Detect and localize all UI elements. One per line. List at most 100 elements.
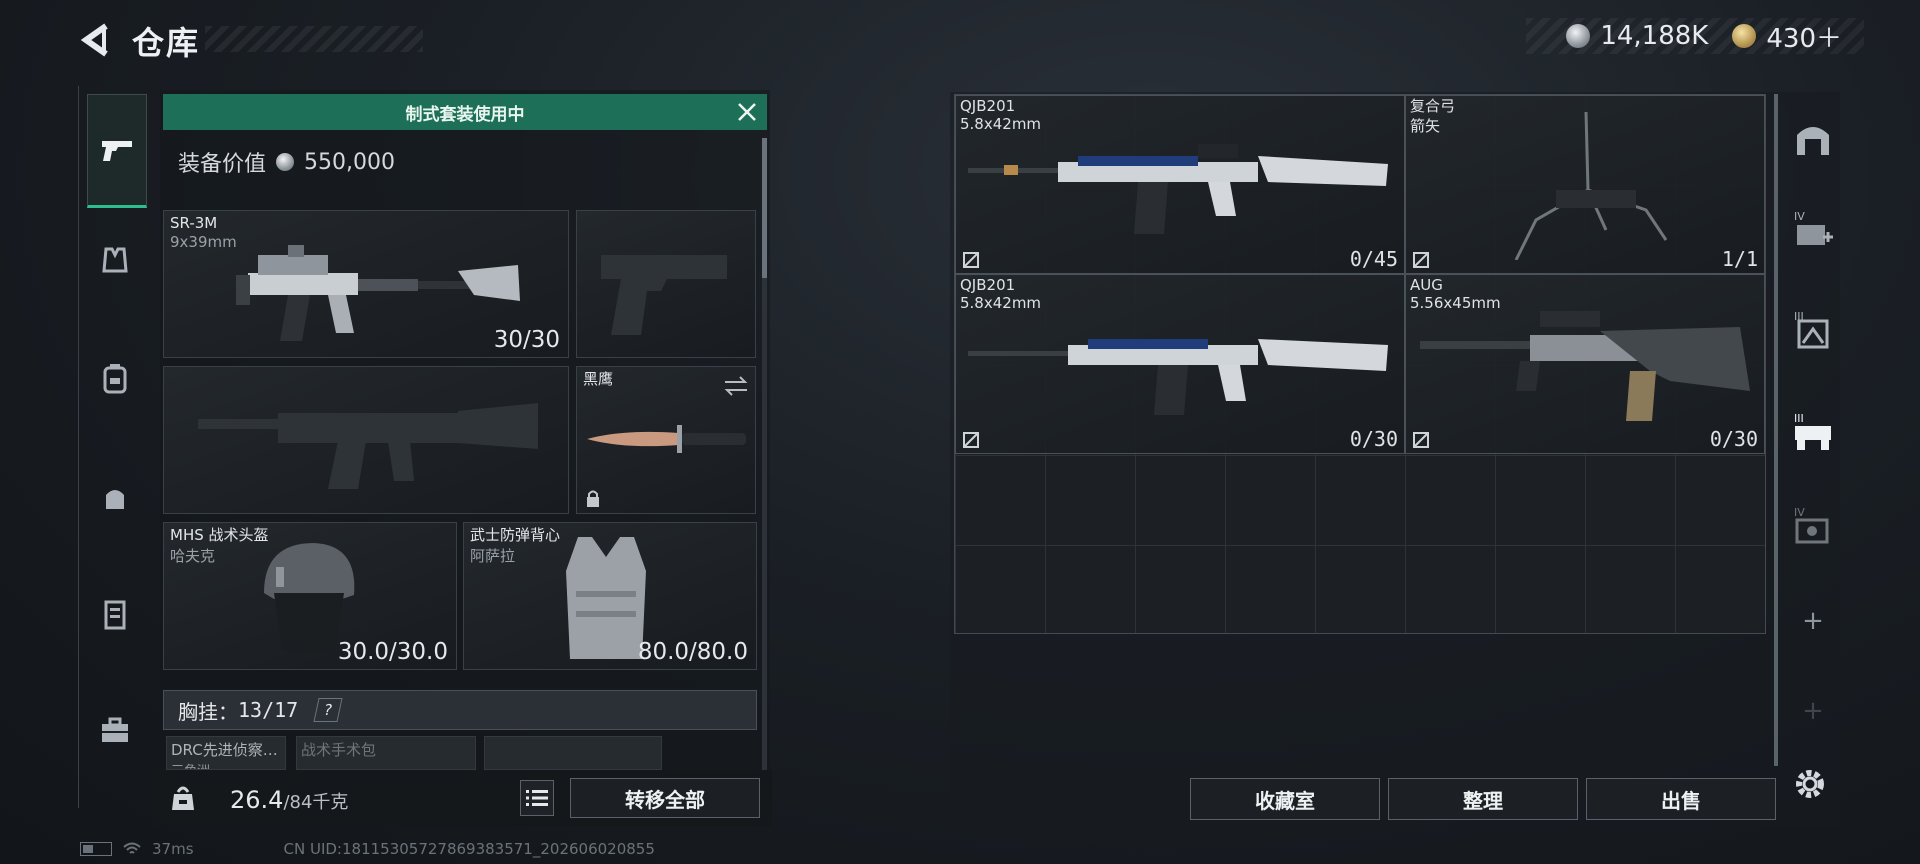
status-line: 37ms CN UID:18115305727869383571_2026060… [80, 840, 655, 858]
rifle-silhouette-icon [198, 403, 538, 489]
stash-item[interactable]: QJB201 5.8x42mm 0/30 [955, 274, 1405, 454]
stash-tab-rail: IV III III IV + + [1782, 92, 1842, 826]
chest-rig-bar[interactable]: 胸挂： 13/17 ? [163, 690, 757, 730]
title-decoration [205, 26, 423, 52]
stash-item-name: QJB201 [960, 276, 1016, 294]
rail-item-pouch[interactable] [87, 470, 143, 526]
page-title: 仓库 [132, 24, 201, 62]
rail-item-weapons[interactable] [87, 94, 147, 208]
rig-item-2[interactable]: 战术手术包 [296, 736, 476, 770]
currency-b-value[interactable]: 430＋ [1766, 18, 1842, 55]
pistol-slot[interactable] [576, 210, 756, 358]
silver-coin-icon [1566, 24, 1591, 48]
help-icon[interactable]: ? [313, 698, 343, 722]
currency-bar: 14,188K 430＋ [1526, 18, 1864, 54]
collection-room-button[interactable]: 收藏室 [1190, 778, 1380, 820]
chest-rig-count: 13/17 [238, 698, 299, 722]
close-icon [738, 103, 756, 121]
back-arrow-icon [80, 23, 108, 57]
rig-item-1-sub: 三角洲 [171, 760, 281, 769]
knife-icon [587, 425, 746, 453]
swap-icon[interactable] [723, 375, 749, 397]
transfer-all-button[interactable]: 转移全部 [570, 778, 760, 818]
wifi-icon [123, 842, 141, 854]
stash-item-ammo: 0/30 [1349, 427, 1398, 451]
ping-text: 37ms [152, 840, 194, 858]
sr3m-rifle-icon [236, 245, 520, 341]
stash-item[interactable]: AUG 5.56x45mm 0/30 [1405, 274, 1765, 454]
list-view-button[interactable] [520, 780, 554, 816]
weight-current: 26.4 [230, 786, 284, 814]
banner-close-button[interactable] [732, 98, 762, 126]
rig-item-1[interactable]: DRC先进侦察… 三角洲 [166, 736, 286, 770]
weight-max: /84千克 [283, 792, 349, 813]
help-glyph: ? [322, 701, 335, 719]
stash-tab-medical[interactable]: IV [1790, 210, 1836, 256]
loadout-scroll-thumb[interactable] [762, 138, 767, 278]
pistol-icon [102, 141, 132, 161]
currency-a-value: 14,188K [1600, 21, 1709, 51]
rail-item-backpack[interactable] [87, 350, 143, 406]
lock-icon [587, 490, 599, 507]
chest-rig-label: 胸挂： [178, 699, 238, 724]
qjb201-rifle-icon [968, 339, 1388, 415]
preset-banner: 制式套装使用中 [163, 94, 767, 130]
aug-rifle-icon [1420, 311, 1750, 421]
weight-icon [170, 784, 196, 812]
equipment-value-row: 装备价值 550,000 [178, 146, 395, 178]
add-tab-button[interactable]: + [1790, 598, 1836, 644]
backpack-icon [103, 364, 127, 394]
stash-tab-all[interactable] [1790, 116, 1836, 162]
armor-slot[interactable]: 武士防弹背心 阿萨拉 80.0/80.0 [463, 522, 757, 670]
unbound-icon [963, 432, 979, 448]
tier-label: IV [1794, 506, 1805, 519]
tier-label: IV [1794, 210, 1805, 223]
weight-readout: 26.4/84千克 [230, 786, 348, 814]
sell-button[interactable]: 出售 [1586, 778, 1776, 820]
armor-name: 武士防弹背心 [470, 526, 561, 544]
tier-label: III [1794, 310, 1804, 323]
secondary-weapon-slot[interactable] [163, 366, 569, 514]
stash-item-ammo: 0/45 [1349, 247, 1398, 271]
primary-weapon-caliber: 9x39mm [170, 233, 237, 251]
unbound-icon [963, 252, 979, 268]
stash-tab-workshop[interactable]: IV [1790, 506, 1836, 552]
armor-durability: 80.0/80.0 [637, 639, 748, 665]
stash-item-caliber: 箭矢 [1410, 117, 1441, 135]
unbound-icon [1413, 252, 1429, 268]
toolbox-icon [102, 717, 128, 742]
pouch-icon [106, 490, 124, 509]
battery-icon [80, 842, 112, 856]
category-rail [78, 86, 152, 808]
add-tab-button-disabled[interactable]: + [1790, 688, 1836, 734]
rail-item-armor[interactable] [87, 232, 143, 288]
pistol-silhouette-icon [601, 255, 727, 335]
melee-slot[interactable]: 黑鹰 [576, 366, 756, 514]
settings-button[interactable] [1790, 764, 1830, 804]
stash-item-ammo: 0/30 [1709, 427, 1758, 451]
rail-item-case[interactable] [87, 586, 143, 642]
primary-weapon-ammo: 30/30 [493, 327, 560, 353]
stash-tab-armor[interactable]: III [1790, 310, 1836, 356]
stash-tab-weapons[interactable]: III [1790, 412, 1836, 458]
sort-button[interactable]: 整理 [1388, 778, 1578, 820]
stash-item-name: AUG [1410, 276, 1443, 294]
back-button[interactable] [78, 20, 114, 60]
helmet-durability: 30.0/30.0 [337, 639, 448, 665]
helmet-slot[interactable]: MHS 战术头盔 哈夫克 30.0/30.0 [163, 522, 457, 670]
warehouse-icon [1797, 127, 1829, 155]
stash-item-name: QJB201 [960, 97, 1016, 115]
primary-weapon-slot[interactable]: SR-3M 9x39mm 30/30 [163, 210, 569, 358]
compound-bow-icon [1514, 111, 1668, 260]
stash-item[interactable]: 复合弓 箭矢 1/1 [1405, 95, 1765, 274]
rig-item-1-name: DRC先进侦察… [171, 741, 278, 759]
equipment-value-label: 装备价值 [178, 152, 267, 177]
rig-item-3[interactable] [484, 736, 662, 770]
silver-coin-icon [276, 153, 295, 171]
stash-scrollbar[interactable] [1774, 94, 1778, 766]
rail-item-toolbox[interactable] [87, 702, 143, 758]
gear-icon [1796, 770, 1824, 798]
primary-weapon-name: SR-3M [170, 214, 218, 232]
equipment-value: 550,000 [304, 149, 395, 175]
stash-item[interactable]: QJB201 5.8x42mm 0/45 [955, 95, 1405, 274]
